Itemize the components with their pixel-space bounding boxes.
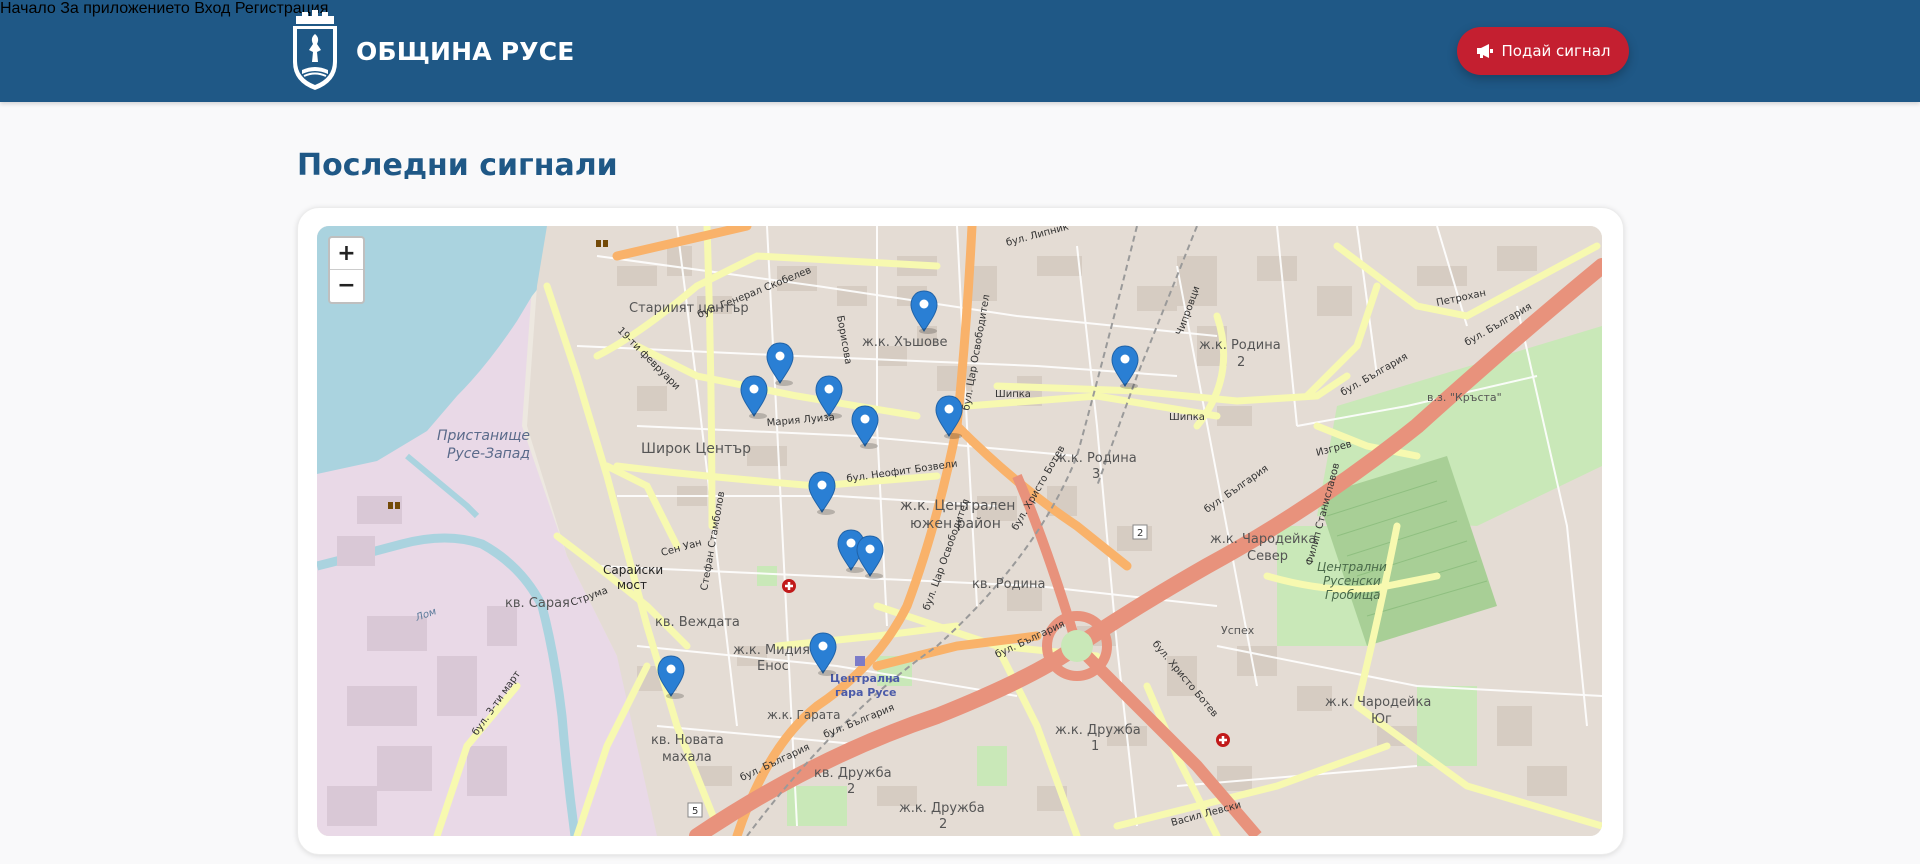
- road-marker-2: 2: [1137, 528, 1143, 539]
- label-central-station-2: гара Русе: [835, 686, 897, 699]
- label-port: Пристанище: [437, 428, 530, 444]
- label-cemetery-2: Русенски: [1323, 574, 1381, 588]
- label-novata-mahala-2: махала: [662, 750, 712, 765]
- nav-login[interactable]: Вход: [194, 0, 230, 17]
- train-station-icon: [855, 656, 865, 666]
- label-novata-mahala: кв. Новата: [651, 733, 724, 748]
- label-hashove: ж.к. Хъшове: [862, 335, 948, 350]
- label-druzhba2-num: 2: [847, 782, 855, 797]
- map-tiles[interactable]: Стариият център ж.к. Хъшове ж.к. Родина …: [317, 226, 1602, 836]
- report-signal-label: Подай сигнал: [1501, 42, 1611, 60]
- label-midia-enos: ж.к. Мидия: [733, 643, 810, 658]
- nav-home[interactable]: Начало: [0, 0, 56, 17]
- signals-map[interactable]: Стариият център ж.к. Хъшове ж.к. Родина …: [317, 226, 1602, 836]
- label-gara: ж.к. Гарата: [767, 708, 841, 722]
- label-sarayka: кв. Сарая: [505, 596, 570, 611]
- label-cemetery-3: Гробища: [1325, 588, 1381, 602]
- label-chardeyka-north: ж.к. Чародейка: [1210, 532, 1316, 547]
- label-cemetery: Централни: [1317, 560, 1387, 574]
- megaphone-icon: [1476, 44, 1493, 58]
- label-druzhba2b-num: 2: [939, 817, 947, 832]
- label-sarayski-most: Сарайски: [603, 563, 663, 577]
- label-port-2: Русе-Запад: [447, 446, 530, 462]
- label-druzhba2: кв. Дружба: [814, 766, 892, 781]
- label-rodina-kv: кв. Родина: [972, 577, 1045, 592]
- label-uspeh: Успех: [1221, 624, 1255, 637]
- zoom-in-button[interactable]: +: [330, 238, 363, 270]
- road-label-shipka: Шипка: [995, 389, 1031, 400]
- label-sarayski-most-2: мост: [617, 578, 647, 592]
- hospital-icon: [782, 579, 796, 593]
- label-druzhba2b: ж.к. Дружба: [899, 801, 985, 816]
- label-wide-center: Широк Център: [641, 441, 751, 457]
- label-rodina2: ж.к. Родина: [1199, 338, 1281, 353]
- report-signal-button[interactable]: Подай сигнал: [1457, 27, 1629, 75]
- nav-about[interactable]: За приложението: [60, 0, 190, 17]
- hospital-icon: [1216, 733, 1230, 747]
- brand-name: ОБЩИНА РУСЕ: [356, 36, 575, 66]
- label-rodina3-num: 3: [1092, 467, 1100, 482]
- label-druzhba1: ж.к. Дружба: [1055, 723, 1141, 738]
- zoom-control: + −: [328, 236, 365, 304]
- road-label-shipka-2: Шипка: [1169, 412, 1205, 423]
- ruse-crest-icon: [293, 10, 337, 90]
- zoom-out-button[interactable]: −: [330, 270, 363, 301]
- label-central-station: Централна: [830, 672, 900, 685]
- label-rodina3: ж.к. Родина: [1055, 451, 1137, 466]
- label-midia-enos-2: Енос: [757, 659, 789, 674]
- label-krasta: в.з. "Кръста": [1427, 391, 1502, 404]
- label-rodina2-num: 2: [1237, 355, 1245, 370]
- road-marker-5: 5: [692, 806, 698, 817]
- label-druzhba1-num: 1: [1091, 739, 1099, 754]
- label-chardeyka-south: ж.к. Чародейка: [1325, 695, 1431, 710]
- label-chardeyka-north-2: Север: [1247, 549, 1288, 564]
- page-title: Последни сигнали: [297, 148, 618, 183]
- top-navbar: ОБЩИНА РУСЕ Начало За приложението Вход …: [0, 0, 1920, 102]
- brand-logo[interactable]: ОБЩИНА РУСЕ: [290, 10, 575, 92]
- label-vezhdata: кв. Веждата: [655, 615, 740, 630]
- label-chardeyka-south-2: Юг: [1371, 712, 1392, 727]
